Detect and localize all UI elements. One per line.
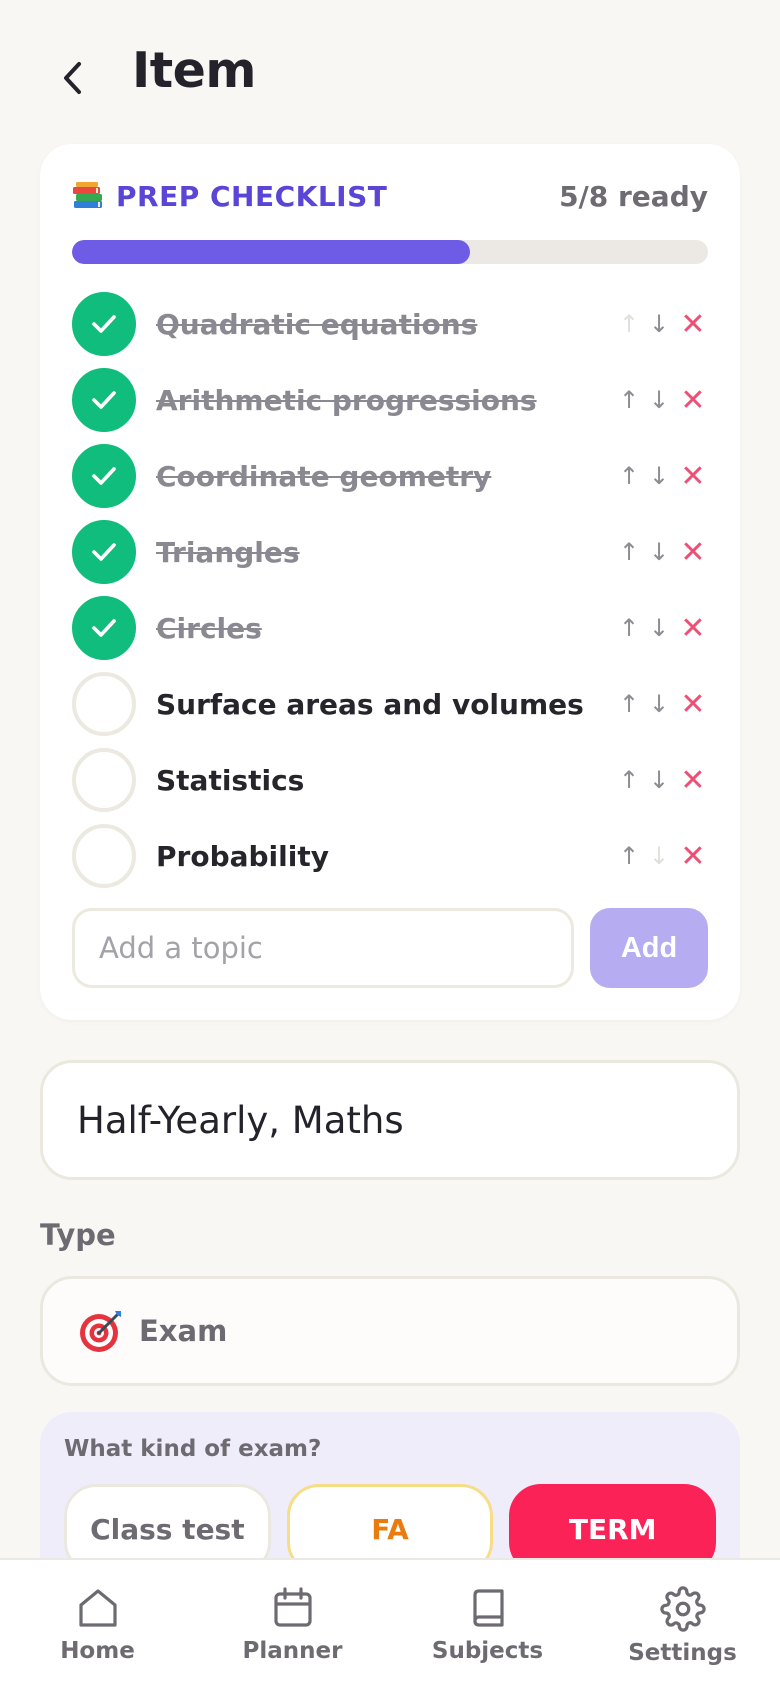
topic-label: Probability [156,839,329,873]
checklist-item: Coordinate geometry ↑ ↓ ✕ [72,438,708,514]
checklist-item: Surface areas and volumes ↑ ↓ ✕ [72,666,708,742]
unchecked-checkbox[interactable] [72,672,136,736]
add-topic-row: Add [72,908,708,988]
checkmark-icon [92,315,116,333]
topic-label: Coordinate geometry [156,459,492,493]
type-select[interactable]: Exam [40,1276,740,1386]
bottom-tab-bar: Home Planner Subjects Settings [0,1558,780,1688]
tab-label: Planner [242,1638,343,1664]
tab-label: Settings [628,1640,737,1666]
move-up-icon[interactable]: ↑ [618,310,640,338]
add-topic-input[interactable] [72,908,574,988]
checked-checkbox[interactable] [72,444,136,508]
add-topic-button[interactable]: Add [590,908,708,988]
target-icon [80,1311,121,1352]
move-down-icon[interactable]: ↓ [648,842,670,870]
tab-label: Subjects [431,1638,544,1664]
prep-checklist-card: PREP CHECKLIST 5/8 ready Quadratic equat… [40,144,740,1020]
delete-icon[interactable]: ✕ [678,687,708,722]
move-down-icon[interactable]: ↓ [648,462,670,490]
move-down-icon[interactable]: ↓ [648,538,670,566]
header: Item [0,0,780,150]
checkmark-icon [92,543,116,561]
move-up-icon[interactable]: ↑ [618,690,640,718]
topic-label: Quadratic equations [156,307,478,341]
move-up-icon[interactable]: ↑ [618,614,640,642]
checklist-item: Statistics ↑ ↓ ✕ [72,742,708,818]
back-button[interactable] [50,50,96,106]
progress-bar [72,240,708,264]
checklist-item: Quadratic equations ↑ ↓ ✕ [72,286,708,362]
checkmark-icon [92,619,116,637]
checklist-item: Probability ↑ ↓ ✕ [72,818,708,894]
books-icon [73,182,102,208]
move-up-icon[interactable]: ↑ [618,462,640,490]
move-down-icon[interactable]: ↓ [648,766,670,794]
unchecked-checkbox[interactable] [72,748,136,812]
delete-icon[interactable]: ✕ [678,459,708,494]
tab-settings[interactable]: Settings [585,1560,780,1688]
move-down-icon[interactable]: ↓ [648,614,670,642]
move-up-icon[interactable]: ↑ [618,386,640,414]
checkmark-icon [92,391,116,409]
home-icon [78,1589,117,1627]
exam-kind-label: What kind of exam? [64,1436,322,1462]
unchecked-checkbox[interactable] [72,824,136,888]
item-name-field[interactable]: Half-Yearly, Maths [40,1060,740,1180]
delete-icon[interactable]: ✕ [678,383,708,418]
checked-checkbox[interactable] [72,368,136,432]
checkmark-icon [92,467,116,485]
tab-planner[interactable]: Planner [195,1560,390,1688]
delete-icon[interactable]: ✕ [678,839,708,874]
checklist-item: Arithmetic progressions ↑ ↓ ✕ [72,362,708,438]
topic-label: Arithmetic progressions [156,383,537,417]
tab-label: Home [60,1638,135,1664]
tab-home[interactable]: Home [0,1560,195,1688]
type-value: Exam [139,1314,228,1348]
progress-fill [72,240,470,264]
topic-label: Triangles [156,535,300,569]
checked-checkbox[interactable] [72,596,136,660]
type-label: Type [40,1218,116,1252]
checked-checkbox[interactable] [72,520,136,584]
move-up-icon[interactable]: ↑ [618,766,640,794]
checked-checkbox[interactable] [72,292,136,356]
page-title: Item [132,42,256,99]
gear-icon [659,1586,706,1632]
checklist-list: Quadratic equations ↑ ↓ ✕ Arithmetic progres… [72,286,708,894]
delete-icon[interactable]: ✕ [678,611,708,646]
move-down-icon[interactable]: ↓ [648,690,670,718]
move-down-icon[interactable]: ↓ [648,386,670,414]
checklist-item: Circles ↑ ↓ ✕ [72,590,708,666]
move-up-icon[interactable]: ↑ [618,842,640,870]
book-icon [472,1589,504,1627]
topic-label: Statistics [156,763,305,797]
checklist-header: PREP CHECKLIST 5/8 ready [72,174,708,218]
topic-label: Circles [156,611,262,645]
move-down-icon[interactable]: ↓ [648,310,670,338]
calendar-icon [273,1587,312,1627]
checklist-title: PREP CHECKLIST [116,179,388,213]
tab-subjects[interactable]: Subjects [390,1560,585,1688]
ready-count: 5/8 ready [559,179,708,213]
chevron-left-icon [64,62,81,94]
topic-label: Surface areas and volumes [156,687,584,721]
delete-icon[interactable]: ✕ [678,535,708,570]
delete-icon[interactable]: ✕ [678,763,708,798]
delete-icon[interactable]: ✕ [678,307,708,342]
checklist-item: Triangles ↑ ↓ ✕ [72,514,708,590]
move-up-icon[interactable]: ↑ [618,538,640,566]
